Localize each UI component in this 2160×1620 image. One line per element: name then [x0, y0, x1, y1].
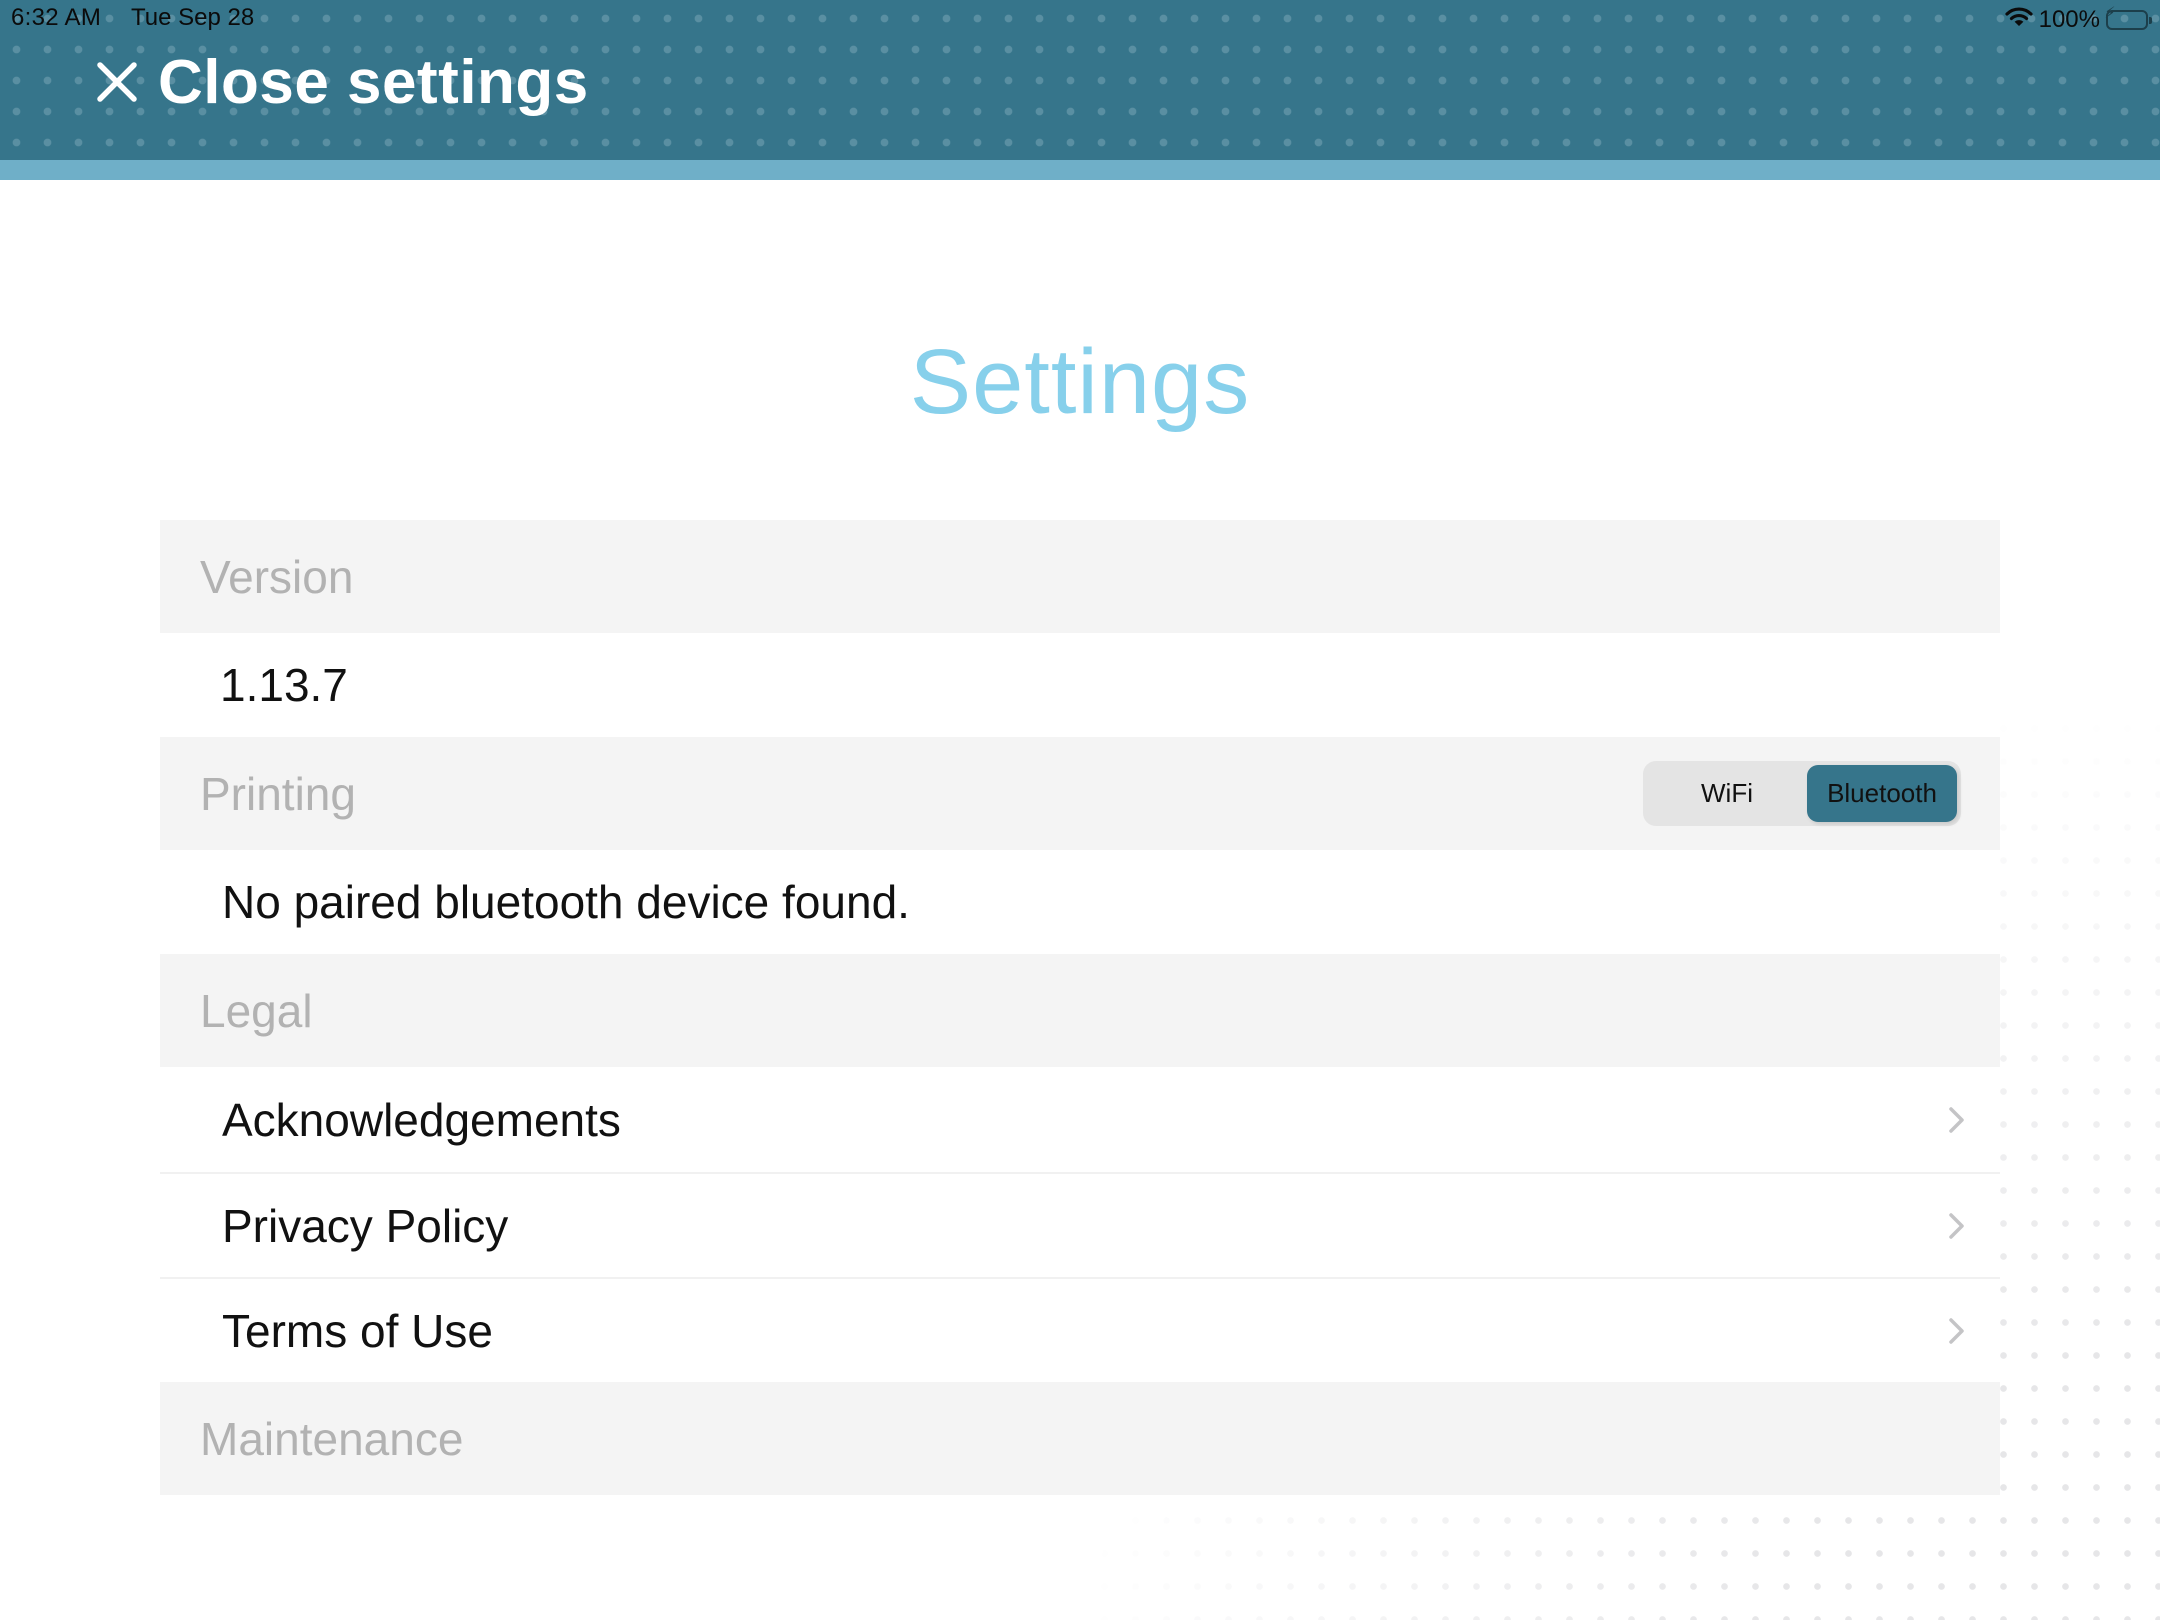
version-value: 1.13.7 — [220, 659, 348, 711]
section-header-legal: Legal — [160, 954, 2000, 1067]
chevron-right-icon — [1948, 1317, 1966, 1345]
list-item-label: Terms of Use — [222, 1304, 493, 1357]
list-item-label: Privacy Policy — [222, 1199, 509, 1252]
close-settings-button[interactable]: Close settings — [96, 42, 589, 122]
page-title: Settings — [909, 331, 1251, 433]
segment-bluetooth[interactable]: Bluetooth — [1807, 765, 1957, 822]
version-row: 1.13.7 — [160, 633, 2000, 737]
section-header-printing: Printing WiFi Bluetooth — [160, 737, 2000, 850]
wifi-icon — [2005, 6, 2033, 35]
printing-status-text: No paired bluetooth device found. — [222, 876, 910, 928]
top-header-bar: 6:32 AM Tue Sep 28 100% ⚡ Close settings — [0, 0, 2160, 160]
status-time: 6:32 AM — [11, 4, 102, 31]
list-item-acknowledgements[interactable]: Acknowledgements — [160, 1067, 2000, 1172]
header-accent-strip — [0, 160, 2160, 180]
section-label-version: Version — [200, 550, 354, 603]
section-label-maintenance: Maintenance — [200, 1412, 464, 1465]
battery-percent: 100% — [2038, 6, 2100, 33]
section-label-printing: Printing — [200, 767, 356, 820]
list-item-privacy-policy[interactable]: Privacy Policy — [160, 1172, 2000, 1277]
close-settings-label: Close settings — [158, 47, 589, 117]
status-indicators: 100% ⚡ — [2005, 4, 2152, 36]
battery-charging-icon: ⚡ — [2104, 6, 2152, 30]
segment-wifi[interactable]: WiFi — [1647, 765, 1807, 822]
list-item-label: Acknowledgements — [222, 1093, 621, 1146]
close-icon — [96, 61, 138, 103]
list-item-terms-of-use[interactable]: Terms of Use — [160, 1277, 2000, 1382]
section-header-version: Version — [160, 520, 2000, 633]
section-header-maintenance: Maintenance — [160, 1382, 2000, 1495]
status-date: Tue Sep 28 — [131, 4, 255, 31]
chevron-right-icon — [1948, 1106, 1966, 1134]
settings-panel: Version 1.13.7 Printing WiFi Bluetooth N… — [160, 520, 2000, 1495]
section-label-legal: Legal — [200, 984, 313, 1037]
printing-connection-toggle[interactable]: WiFi Bluetooth — [1643, 761, 1961, 826]
printing-status-row: No paired bluetooth device found. — [160, 850, 2000, 954]
chevron-right-icon — [1948, 1212, 1966, 1240]
